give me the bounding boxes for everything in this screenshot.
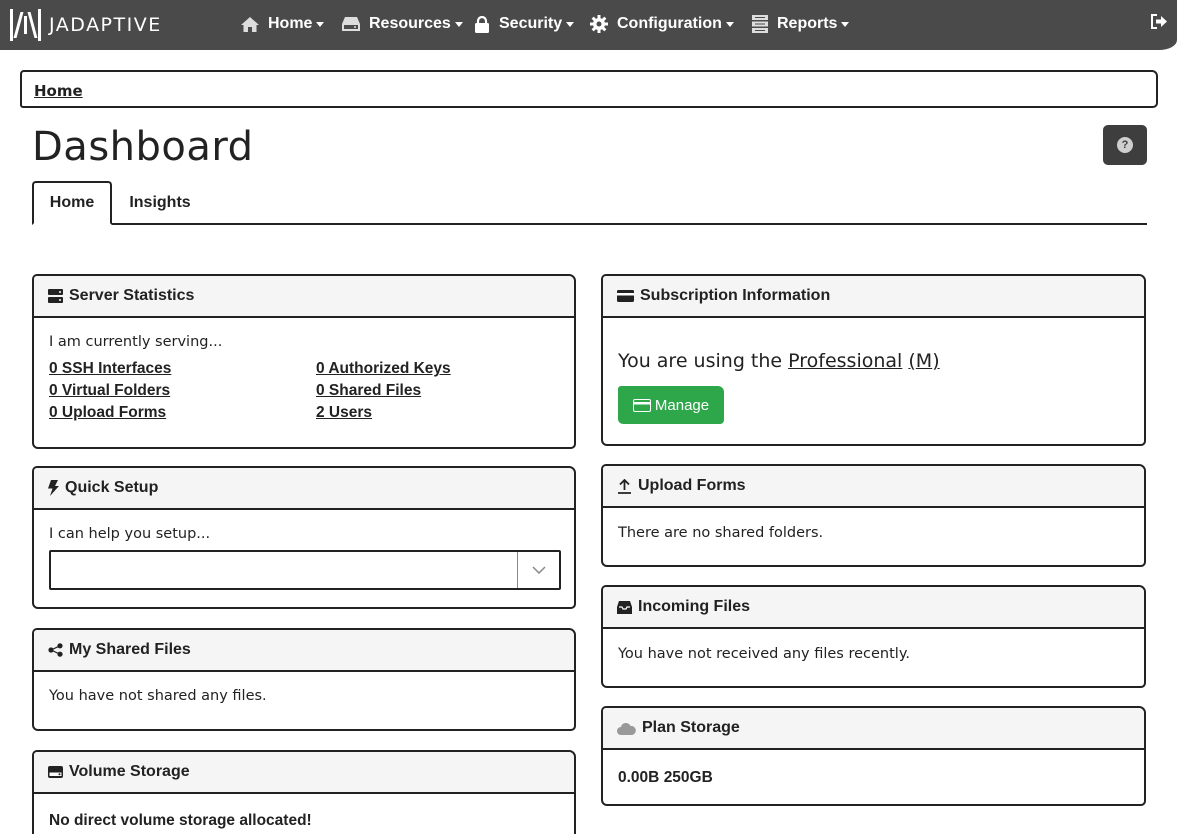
gear-icon [590,15,608,33]
sign-out-icon[interactable] [1151,14,1167,29]
credit-card-icon [632,398,651,412]
shared-files-link[interactable]: 0 Shared Files [316,382,556,400]
upload-forms-title: Upload Forms [638,477,746,494]
server-icon [752,15,768,33]
server-icon [48,289,63,303]
question-icon: ? [1117,137,1133,153]
nav-resources[interactable]: Resources [342,13,463,35]
incoming-files-message: You have not received any files recently… [618,646,910,662]
chevron-down-icon[interactable] [517,552,559,588]
plan-storage-total: 250GB [663,769,713,786]
my-shared-files-card: My Shared Files You have not shared any … [32,628,576,731]
subscription-card: Subscription Information You are using t… [601,274,1146,446]
ssh-interfaces-link[interactable]: 0 SSH Interfaces [49,360,316,378]
quick-setup-select[interactable] [49,550,561,590]
manage-label: Manage [654,396,710,414]
nav-reports-label: Reports [777,15,838,32]
subscription-text: You are using the Professional (M) [618,350,1129,372]
plan-storage-title: Plan Storage [642,719,740,736]
incoming-files-header: Incoming Files [603,587,1144,629]
upload-forms-message: There are no shared folders. [618,525,824,541]
plan-link[interactable]: Professional [788,350,902,372]
quick-setup-intro: I can help you setup... [49,526,211,542]
my-shared-files-title: My Shared Files [69,641,191,658]
help-button[interactable]: ? [1103,125,1147,165]
quick-setup-card: Quick Setup I can help you setup... [32,466,576,609]
credit-card-icon [617,290,634,302]
hdd-icon [48,766,63,778]
upload-icon [618,478,631,494]
subscription-prefix: You are using the [618,350,789,372]
tier-link[interactable]: (M) [908,350,939,372]
virtual-folders-link[interactable]: 0 Virtual Folders [49,382,316,400]
plan-storage-header: Plan Storage [603,708,1144,750]
users-link[interactable]: 2 Users [316,404,556,422]
server-statistics-intro: I am currently serving... [49,334,223,350]
subscription-header: Subscription Information [603,276,1144,318]
inbox-icon [617,600,632,614]
nav-home-label: Home [268,15,313,32]
brand-name: JADAPTIVE [49,14,162,36]
manage-button[interactable]: Manage [618,386,724,424]
nav-configuration[interactable]: Configuration [590,13,734,35]
page-title: Dashboard [32,124,254,170]
jadaptive-logo-icon [9,6,43,44]
volume-storage-title: Volume Storage [69,763,190,780]
server-statistics-title: Server Statistics [69,287,195,304]
brand-logo[interactable]: JADAPTIVE [9,5,162,45]
server-statistics-card: Server Statistics I am currently serving… [32,274,576,449]
server-statistics-header: Server Statistics [34,276,574,318]
nav-configuration-label: Configuration [617,15,722,32]
breadcrumb: Home [20,70,1158,108]
nav-home[interactable]: Home [241,13,325,35]
drive-icon [342,17,360,31]
top-navbar: JADAPTIVE Home Resources Security Config… [0,0,1177,50]
home-icon [241,16,259,32]
my-shared-files-message: You have not shared any files. [49,688,267,704]
incoming-files-card: Incoming Files You have not received any… [601,585,1146,688]
volume-storage-card: Volume Storage No direct volume storage … [32,750,576,834]
tab-insights[interactable]: Insights [129,181,190,225]
nav-reports[interactable]: Reports [752,13,850,35]
subscription-title: Subscription Information [640,287,831,304]
nav-resources-label: Resources [369,15,451,32]
lock-icon [475,15,489,33]
quick-setup-header: Quick Setup [34,468,574,510]
quick-setup-title: Quick Setup [65,479,159,496]
upload-forms-header: Upload Forms [603,466,1144,508]
bolt-icon [48,480,59,496]
tab-home[interactable]: Home [32,181,112,225]
authorized-keys-link[interactable]: 0 Authorized Keys [316,360,556,378]
my-shared-files-header: My Shared Files [34,630,574,672]
nav-security-label: Security [499,15,563,32]
share-icon [48,643,63,657]
incoming-files-title: Incoming Files [638,598,751,615]
cloud-icon [617,722,636,735]
volume-storage-header: Volume Storage [34,752,574,794]
tier-label: M [915,350,933,372]
upload-forms-card: Upload Forms There are no shared folders… [601,464,1146,567]
plan-storage-values: 0.00B 250GB [618,769,1129,787]
nav-security[interactable]: Security [474,13,575,35]
plan-storage-used: 0.00B [618,769,660,786]
breadcrumb-home-link[interactable]: Home [34,82,83,100]
volume-storage-message: No direct volume storage allocated! [49,812,312,829]
plan-storage-card: Plan Storage 0.00B 250GB [601,706,1146,806]
upload-forms-link[interactable]: 0 Upload Forms [49,404,316,422]
tab-bar: Home Insights [32,181,1147,225]
